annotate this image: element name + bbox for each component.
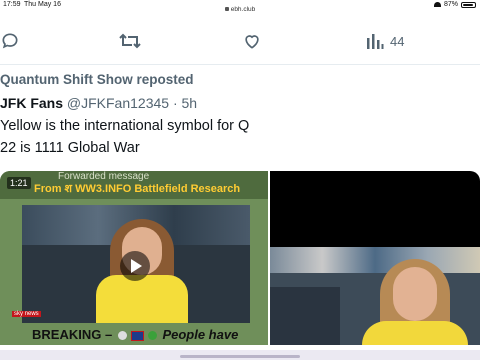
uk-flag-icon xyxy=(130,330,144,341)
video-duration: 1:21 xyxy=(7,177,31,189)
channel-logo: sky news xyxy=(12,311,41,317)
wifi-icon xyxy=(433,2,441,7)
studio-desk xyxy=(270,287,340,345)
views-button[interactable]: 44 xyxy=(366,30,404,52)
forward-banner: Forwarded message From श WW3.INFO Battle… xyxy=(0,171,268,199)
lock-icon xyxy=(224,7,229,12)
virus-emoji-icon xyxy=(147,331,157,341)
presenter-body-right xyxy=(362,321,468,345)
separator-dot: · xyxy=(172,95,178,111)
battery-percent: 87% xyxy=(443,1,458,8)
breaking-caption: BREAKING – People have xyxy=(32,327,238,342)
tweet-text-line-2: 22 is 1111 Global War xyxy=(0,140,140,156)
studio-screens-right xyxy=(270,247,480,273)
play-icon[interactable] xyxy=(120,251,150,281)
video-thumbnail-right[interactable] xyxy=(270,171,480,345)
views-chart-icon xyxy=(367,34,384,49)
repost-label[interactable]: Quantum Shift Show reposted xyxy=(0,72,194,87)
tweet-author-row: JFK Fans @JFKFan12345 · 5h xyxy=(0,95,197,111)
presenter-face-right xyxy=(393,267,437,321)
status-right: 87% xyxy=(433,1,476,8)
reply-button[interactable] xyxy=(0,30,20,52)
reply-icon xyxy=(2,33,18,49)
from-label: From श WW3.INFO Battlefield Research xyxy=(34,183,241,195)
breaking-prefix: BREAKING – xyxy=(32,327,113,342)
author-name[interactable]: JFK Fans xyxy=(0,95,63,111)
like-button[interactable] xyxy=(242,30,262,52)
retweet-icon xyxy=(119,33,141,49)
tweet-time[interactable]: 5h xyxy=(182,95,198,111)
url-text: ebh.club xyxy=(230,6,256,13)
address-bar[interactable]: ebh.club xyxy=(0,6,480,13)
author-handle[interactable]: @JFKFan12345 xyxy=(67,95,169,111)
home-indicator[interactable] xyxy=(180,355,300,358)
news-studio-scene xyxy=(270,247,480,345)
presenter-body xyxy=(96,275,188,323)
battery-fill xyxy=(463,3,473,6)
retweet-button[interactable] xyxy=(118,30,142,52)
views-count: 44 xyxy=(390,33,405,49)
tweet-divider xyxy=(0,64,480,65)
tweet-text-line-1: Yellow is the international symbol for Q xyxy=(0,118,250,134)
tweet-action-bar: 44 xyxy=(0,28,480,54)
pill-emoji-icon xyxy=(117,331,127,341)
heart-icon xyxy=(245,35,259,49)
battery-icon xyxy=(461,1,476,8)
status-bar: 17:59 Thu May 16 ebh.club 87% xyxy=(0,0,480,14)
breaking-suffix: People have xyxy=(162,327,239,342)
video-thumbnail-left[interactable]: Forwarded message From श WW3.INFO Battle… xyxy=(0,171,268,345)
